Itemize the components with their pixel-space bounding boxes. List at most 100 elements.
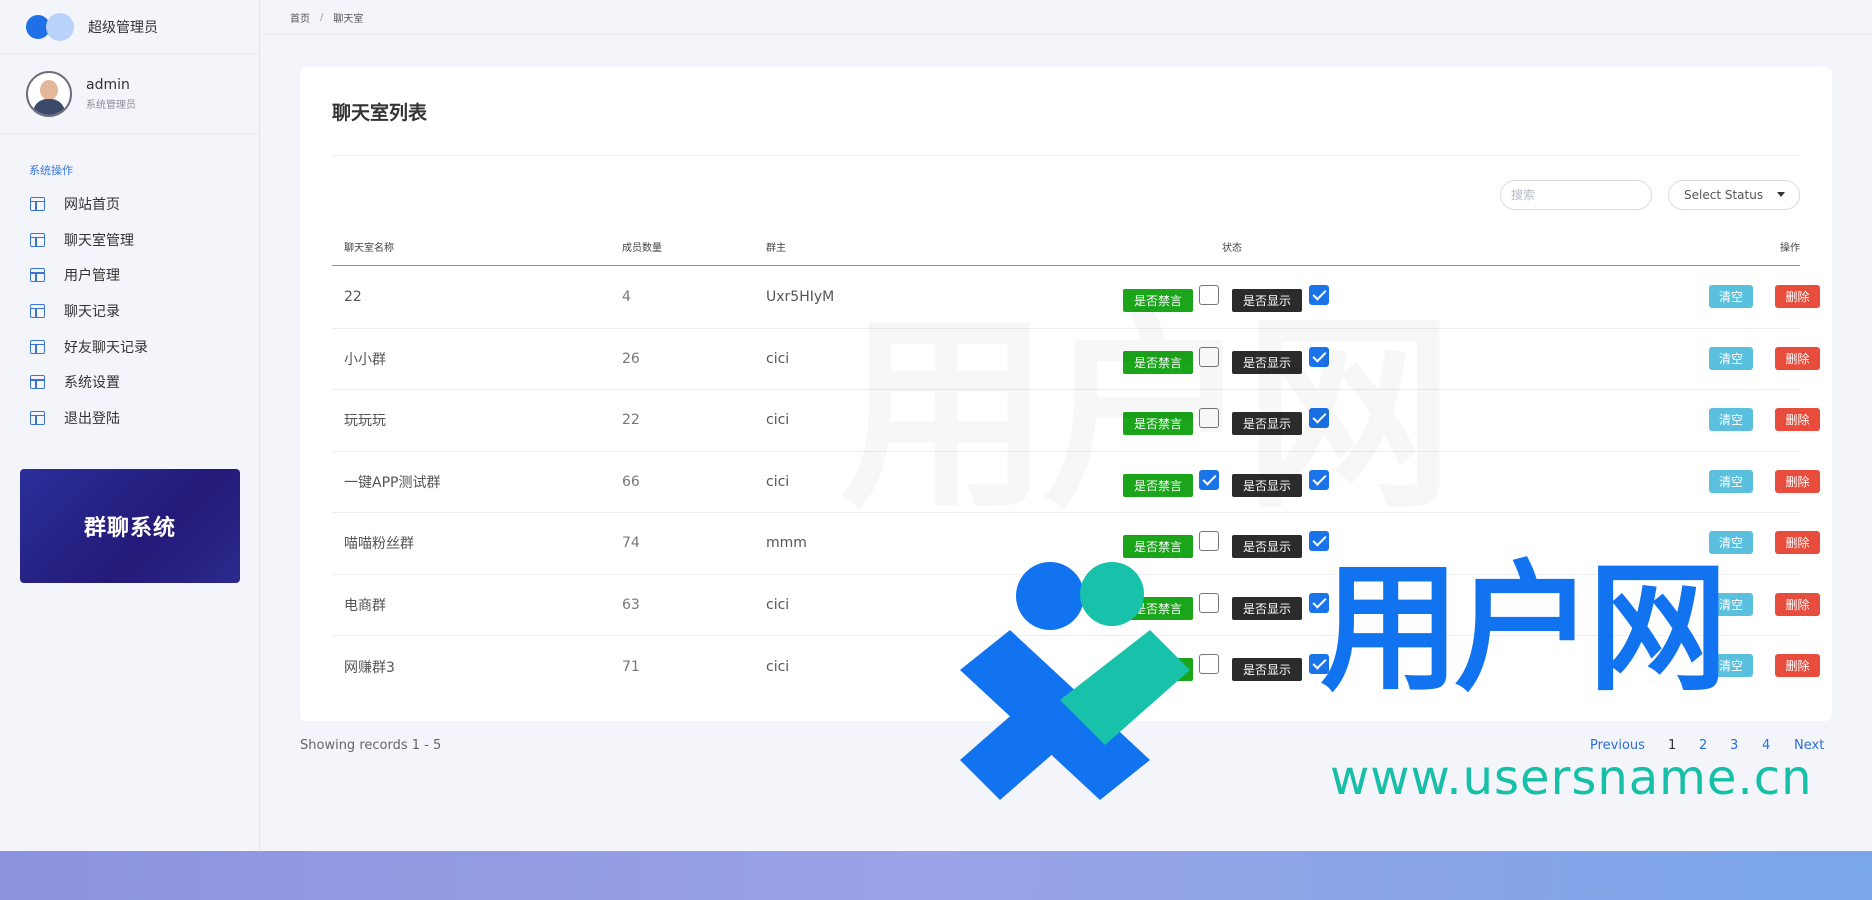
table-row: 网赚群3 71 cici 是否禁言 是否显示 清空 删除	[332, 636, 1820, 698]
breadcrumb-separator: /	[320, 11, 324, 23]
room-name: 小小群	[344, 351, 386, 368]
sidebar: 超级管理员 admin 系统管理员 系统操作 网站首页 聊天室管理 用户管理 聊…	[0, 0, 260, 851]
table-row: 小小群 26 cici 是否禁言 是否显示 清空 删除	[332, 329, 1820, 390]
show-checkbox[interactable]	[1309, 469, 1329, 490]
promo-text: 群聊系统	[83, 516, 176, 541]
sidebar-item-users[interactable]: 用户管理	[0, 257, 259, 293]
watermark-url: www.usersname.cn	[1330, 750, 1813, 806]
clear-button[interactable]: 清空	[1709, 592, 1753, 616]
delete-button[interactable]: 删除	[1775, 408, 1820, 431]
clear-button[interactable]: 清空	[1709, 285, 1753, 308]
pagination-next[interactable]: Next	[1794, 738, 1824, 753]
show-tag: 是否显示	[1232, 535, 1302, 558]
mute-tag: 是否禁言	[1123, 412, 1193, 435]
pagination-page-1[interactable]: 1	[1668, 738, 1676, 753]
clear-button[interactable]: 清空	[1709, 531, 1753, 554]
sidebar-item-label: 好友聊天记录	[64, 339, 148, 356]
sidebar-item-label: 退出登陆	[64, 410, 120, 427]
header-count: 成员数量	[622, 243, 662, 254]
divider	[332, 155, 1800, 156]
member-count: 26	[622, 350, 640, 367]
sidebar-item-friend-records[interactable]: 好友聊天记录	[0, 329, 259, 365]
sidebar-item-chat-records[interactable]: 聊天记录	[0, 293, 259, 329]
clear-button[interactable]: 清空	[1709, 408, 1753, 431]
show-checkbox[interactable]	[1309, 285, 1329, 305]
mute-checkbox[interactable]	[1199, 531, 1219, 551]
show-checkbox[interactable]	[1309, 654, 1329, 674]
show-checkbox[interactable]	[1309, 346, 1329, 367]
show-tag: 是否显示	[1232, 289, 1302, 312]
brand-title: 超级管理员	[88, 19, 158, 36]
room-owner: cici	[766, 473, 790, 490]
mute-checkbox[interactable]	[1199, 408, 1219, 428]
show-tag: 是否显示	[1232, 412, 1302, 435]
breadcrumb-home[interactable]: 首页	[290, 10, 310, 25]
sidebar-item-home[interactable]: 网站首页	[0, 186, 259, 222]
member-count: 63	[622, 596, 640, 613]
header-actions: 操作	[1780, 243, 1800, 254]
mute-checkbox[interactable]	[1199, 654, 1219, 674]
header-status: 状态	[1222, 243, 1242, 254]
table-row: 玩玩玩 22 cici 是否禁言 是否显示 清空 删除	[332, 390, 1820, 452]
pagination-page-2[interactable]: 2	[1699, 738, 1707, 753]
pagination-page-4[interactable]: 4	[1762, 738, 1770, 753]
show-tag: 是否显示	[1232, 596, 1302, 620]
sidebar-item-settings[interactable]: 系统设置	[0, 364, 259, 400]
brand-bar: 超级管理员	[0, 0, 259, 54]
clear-button[interactable]: 清空	[1709, 654, 1753, 677]
layout-icon	[30, 303, 45, 318]
mute-checkbox[interactable]	[1199, 285, 1219, 305]
room-name: 22	[344, 289, 362, 306]
delete-button[interactable]: 删除	[1775, 592, 1820, 616]
layout-icon	[30, 196, 45, 211]
member-count: 66	[622, 473, 640, 490]
clear-button[interactable]: 清空	[1709, 469, 1753, 493]
delete-button[interactable]: 删除	[1775, 654, 1820, 677]
sidebar-item-label: 系统设置	[64, 375, 120, 392]
mute-checkbox[interactable]	[1199, 592, 1219, 613]
show-checkbox[interactable]	[1309, 408, 1329, 428]
show-tag: 是否显示	[1232, 658, 1302, 681]
delete-button[interactable]: 删除	[1775, 469, 1820, 493]
room-name: 喵喵粉丝群	[344, 536, 414, 553]
pagination-page-3[interactable]: 3	[1730, 738, 1738, 753]
table-row: 一键APP测试群 66 cici 是否禁言 是否显示 清空 删除	[332, 452, 1820, 513]
mute-tag: 是否禁言	[1123, 473, 1193, 497]
chatroom-list-card: 聊天室列表 Select Status 聊天室名称 成员数量 群主 状态 操作 …	[300, 67, 1832, 721]
table-row: 电商群 63 cici 是否禁言 是否显示 清空 删除	[332, 575, 1820, 636]
sidebar-item-label: 网站首页	[64, 196, 120, 213]
room-name: 网赚群3	[344, 659, 395, 676]
page-title: 聊天室列表	[332, 102, 428, 124]
avatar[interactable]	[26, 70, 72, 117]
mute-tag: 是否禁言	[1123, 350, 1193, 374]
delete-button[interactable]: 删除	[1775, 346, 1820, 370]
user-role: 系统管理员	[86, 99, 136, 111]
logo-icon	[26, 12, 74, 41]
pagination-previous[interactable]: Previous	[1590, 738, 1645, 753]
room-owner: cici	[766, 350, 790, 367]
show-tag: 是否显示	[1232, 350, 1302, 374]
show-checkbox[interactable]	[1309, 531, 1329, 551]
clear-button[interactable]: 清空	[1709, 346, 1753, 370]
mute-tag: 是否禁言	[1123, 289, 1193, 312]
header-owner: 群主	[766, 243, 786, 254]
delete-button[interactable]: 删除	[1775, 285, 1820, 308]
mute-checkbox[interactable]	[1199, 346, 1219, 367]
search-input[interactable]	[1500, 180, 1652, 210]
sidebar-item-label: 聊天记录	[64, 303, 120, 320]
show-checkbox[interactable]	[1309, 592, 1329, 613]
member-count: 22	[622, 412, 640, 429]
delete-button[interactable]: 删除	[1775, 531, 1820, 554]
mute-checkbox[interactable]	[1199, 469, 1219, 490]
member-count: 4	[622, 289, 631, 306]
status-select-value: Select Status	[1684, 188, 1764, 202]
user-name: admin	[86, 76, 130, 93]
member-count: 74	[622, 535, 640, 552]
room-name: 玩玩玩	[344, 413, 386, 430]
records-summary: Showing records 1 - 5	[300, 738, 442, 753]
sidebar-item-chatrooms[interactable]: 聊天室管理	[0, 222, 259, 258]
sidebar-item-logout[interactable]: 退出登陆	[0, 400, 259, 436]
promo-banner[interactable]: 群聊系统	[20, 469, 240, 583]
status-select[interactable]: Select Status	[1668, 180, 1800, 210]
member-count: 71	[622, 658, 640, 675]
